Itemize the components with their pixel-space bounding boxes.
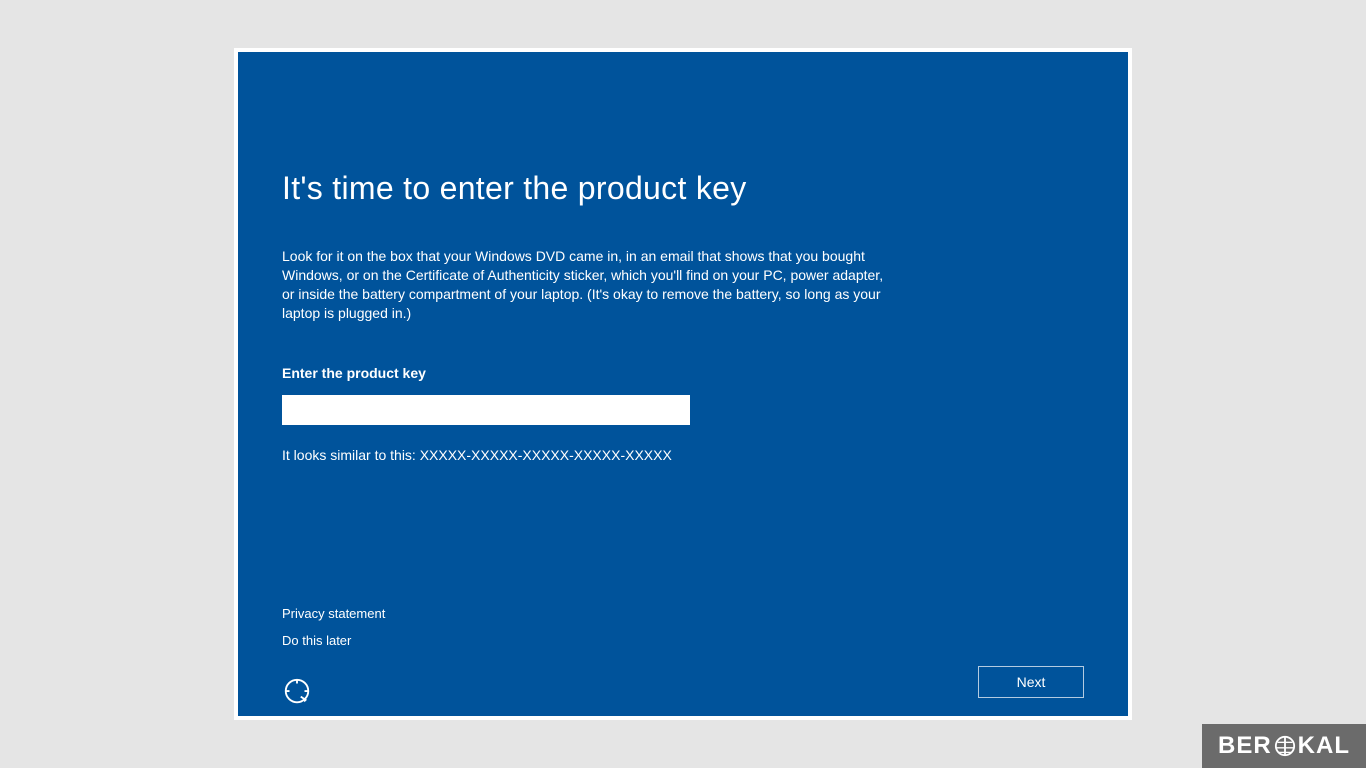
description-text: Look for it on the box that your Windows… [282, 247, 892, 323]
watermark-glyph-icon [1274, 735, 1296, 757]
privacy-statement-link[interactable]: Privacy statement [282, 606, 385, 621]
watermark-logo: BER KAL [1202, 724, 1366, 768]
ease-of-access-icon[interactable] [282, 676, 312, 706]
next-button[interactable]: Next [978, 666, 1084, 698]
product-key-hint: It looks similar to this: XXXXX-XXXXX-XX… [282, 447, 1084, 463]
product-key-label: Enter the product key [282, 365, 1084, 381]
bottom-links: Privacy statement Do this later [282, 606, 385, 660]
page-title: It's time to enter the product key [282, 170, 1084, 207]
watermark-prefix: BER [1218, 732, 1272, 760]
product-key-input[interactable] [282, 395, 690, 425]
watermark-suffix: KAL [1298, 732, 1350, 760]
do-this-later-link[interactable]: Do this later [282, 633, 385, 648]
product-key-window: It's time to enter the product key Look … [234, 48, 1132, 720]
